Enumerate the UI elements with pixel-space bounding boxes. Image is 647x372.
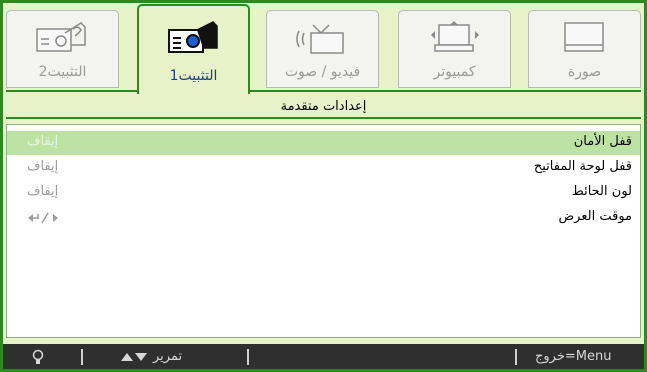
row-value[interactable]: إيقاف [27,184,58,199]
footer-separator [81,349,83,365]
tab-image[interactable]: صورة [528,10,641,88]
row-value[interactable]: إيقاف [27,159,58,174]
video-audio-icon [296,24,344,54]
tab-setup1-label: التثبيت1 [169,68,218,84]
row-value[interactable]: إيقاف [27,134,58,149]
row-keypad-lock[interactable]: قفل لوحة المفاتيح إيقاف [7,156,640,180]
section-title: إعدادات متقدمة [6,96,641,119]
scroll-label: تمرير [153,349,183,364]
footer-bar: تمرير خروج=Menu [3,344,644,369]
tab-setup2-label: التثبيت2 [38,64,87,80]
tab-video-audio[interactable]: فيديو / صوت [266,10,379,88]
lightbulb-icon [32,349,44,364]
tab-setup1[interactable]: التثبيت1 [137,4,250,94]
tab-image-label: صورة [567,64,602,80]
row-security-lock[interactable]: قفل الأمان إيقاف [7,131,640,155]
image-icon [564,22,604,52]
footer-separator [247,349,249,365]
projector-setup2-icon [36,22,86,52]
row-presentation-timer[interactable]: موقت العرض [7,206,640,230]
settings-list: قفل الأمان إيقاف قفل لوحة المفاتيح إيقاف… [6,124,641,338]
projector-setup1-icon [168,21,218,53]
row-label: قفل الأمان [573,134,632,149]
tab-computer[interactable]: كمبيوتر [398,10,511,88]
down-arrow-icon [135,353,147,361]
tab-divider [6,90,641,92]
row-label: موقت العرض [558,209,632,224]
tab-bar: التثبيت2 التثبيت1 فيديو / صوت كمبيوتر صو… [6,4,641,94]
footer-separator [515,349,517,365]
computer-icon [431,21,479,52]
row-label: لون الحائط [571,184,632,199]
tab-setup2[interactable]: التثبيت2 [6,10,119,88]
tab-computer-label: كمبيوتر [433,64,476,80]
row-wall-color[interactable]: لون الحائط إيقاف [7,181,640,205]
row-label: قفل لوحة المفاتيح [533,159,632,174]
enter-arrow-icon[interactable] [27,212,61,224]
up-arrow-icon [121,353,133,361]
exit-label[interactable]: خروج=Menu [535,349,611,364]
tab-video-audio-label: فيديو / صوت [284,64,361,80]
